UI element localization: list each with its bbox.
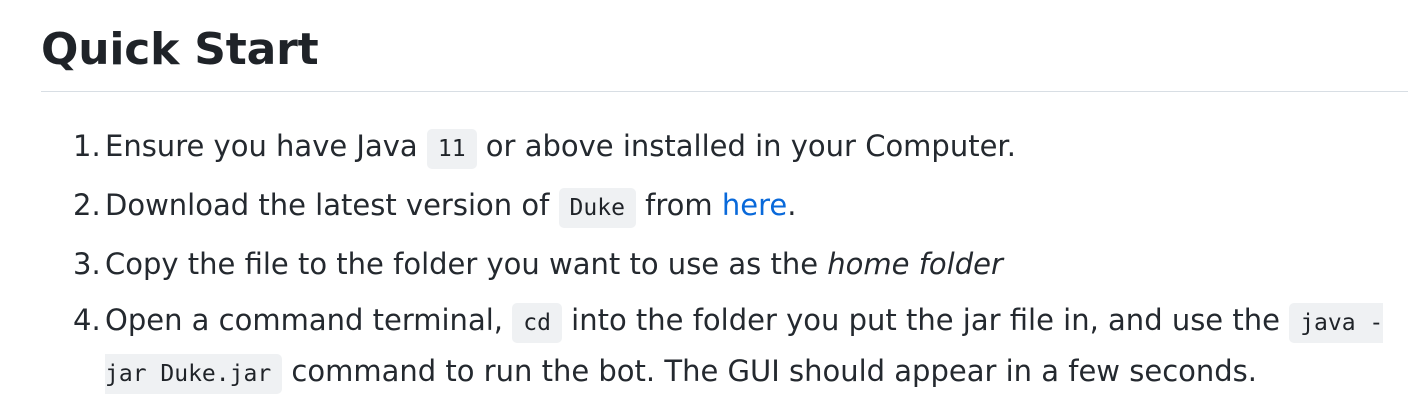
inline-code: Duke: [558, 188, 636, 228]
step-text: into the folder you put the jar file in,…: [561, 303, 1290, 337]
step-number: 3.: [73, 247, 101, 281]
list-item: 1. Ensure you have Java 11 or above inst…: [41, 122, 1408, 173]
step-text: or above installed in your Computer.: [476, 129, 1016, 163]
step-text: from: [635, 188, 722, 222]
step-text: Ensure you have Java: [105, 129, 427, 163]
step-text: command to run the bot. The GUI should a…: [282, 354, 1257, 388]
step-text: .: [787, 188, 797, 222]
step-number: 4.: [73, 303, 101, 337]
inline-code: cd: [512, 303, 562, 343]
list-item: 4. Open a command terminal, cd into the …: [41, 296, 1408, 398]
steps-list: 1. Ensure you have Java 11 or above inst…: [41, 122, 1408, 406]
inline-code: 11: [426, 129, 477, 169]
emphasis-text: home folder: [827, 247, 1003, 281]
quick-start-section: Quick Start 1. Ensure you have Java 11 o…: [41, 0, 1408, 394]
step-text: Download the latest version of: [105, 188, 559, 222]
step-number: 1.: [73, 129, 101, 163]
section-heading: Quick Start: [41, 24, 319, 75]
step-number: 2.: [73, 188, 101, 222]
heading-divider: [41, 91, 1408, 92]
list-item: 2. Download the latest version of Duke f…: [41, 181, 1408, 232]
step-text: Copy the file to the folder you want to …: [105, 247, 828, 281]
step-text: Open a command terminal,: [105, 303, 513, 337]
list-item: 3. Copy the file to the folder you want …: [41, 240, 1408, 288]
download-link[interactable]: here: [722, 188, 787, 222]
